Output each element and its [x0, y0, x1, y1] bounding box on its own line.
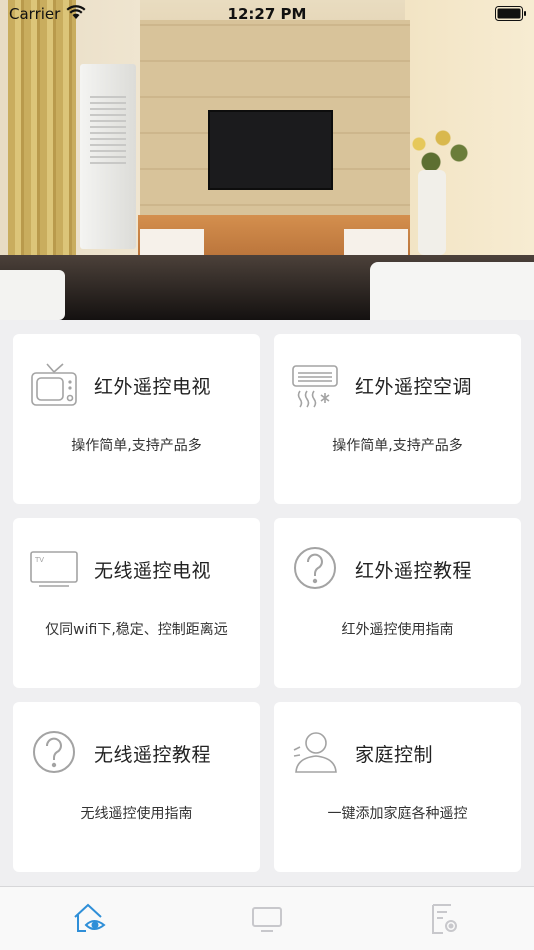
card-title: 无线遥控电视 [94, 560, 212, 582]
hero-image [0, 0, 534, 320]
question-icon [33, 731, 75, 773]
user-icon [293, 732, 337, 773]
monitor-icon[interactable] [247, 901, 287, 937]
card-wifi-tutorial[interactable]: 无线遥控教程 无线遥控使用指南 [13, 702, 260, 872]
card-title: 无线遥控教程 [94, 744, 212, 766]
card-home-control[interactable]: 家庭控制 一键添加家庭各种遥控 [274, 702, 521, 872]
card-subtitle: 无线遥控使用指南 [80, 806, 193, 822]
settings-doc-icon[interactable] [425, 901, 465, 937]
card-title: 红外遥控教程 [355, 560, 473, 582]
flat-tv-icon: TV [30, 551, 78, 587]
svg-text:TV: TV [34, 556, 44, 564]
question-icon [294, 547, 336, 589]
card-title: 红外遥控电视 [94, 376, 212, 398]
card-subtitle: 操作简单,支持产品多 [332, 438, 463, 454]
card-ir-tutorial[interactable]: 红外遥控教程 红外遥控使用指南 [274, 518, 521, 688]
card-subtitle: 仅同wifi下,稳定、控制距离远 [45, 622, 228, 638]
card-title: 红外遥控空调 [355, 376, 473, 398]
battery-icon [495, 6, 526, 21]
card-subtitle: 一键添加家庭各种遥控 [327, 806, 468, 822]
tab-bar [0, 886, 534, 950]
card-subtitle: 操作简单,支持产品多 [71, 438, 202, 454]
card-wifi-tv[interactable]: TV 无线遥控电视 仅同wifi下,稳定、控制距离远 [13, 518, 260, 688]
home-eye-icon[interactable] [70, 901, 110, 937]
card-subtitle: 红外遥控使用指南 [341, 622, 454, 638]
card-ir-tv[interactable]: 红外遥控电视 操作简单,支持产品多 [13, 334, 260, 504]
card-title: 家庭控制 [355, 744, 434, 766]
status-time: 12:27 PM [227, 5, 307, 23]
retro-tv-icon [31, 363, 77, 406]
air-conditioner-icon [292, 365, 338, 408]
status-bar: Carrier 12:27 PM [0, 0, 534, 28]
card-ir-ac[interactable]: 红外遥控空调 操作简单,支持产品多 [274, 334, 521, 504]
